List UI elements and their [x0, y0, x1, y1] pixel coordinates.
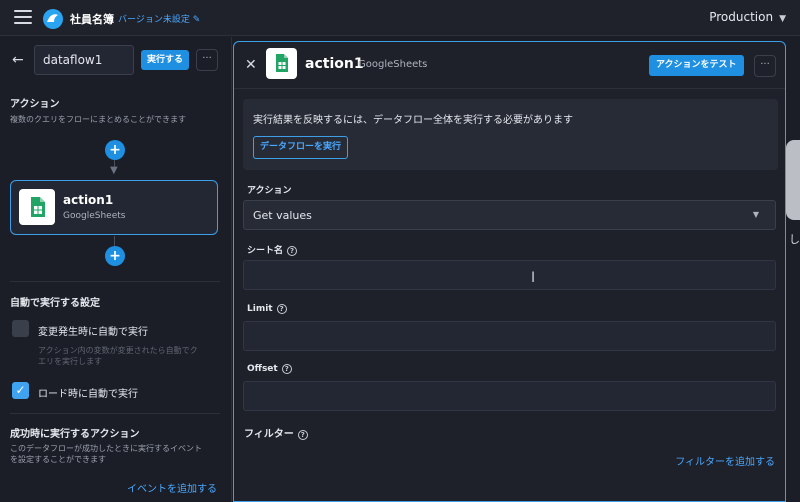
help-icon[interactable]: ?: [281, 364, 292, 374]
run-notice-text: 実行結果を反映するには、データフロー全体を実行する必要があります: [253, 115, 573, 126]
actions-title: アクション: [10, 99, 60, 110]
auto-run-on-change-label: 変更発生時に自動で実行: [38, 327, 148, 338]
run-button[interactable]: 実行する: [141, 50, 190, 70]
sheet-name-label: シート名?: [247, 243, 298, 256]
google-sheets-icon: [266, 48, 297, 79]
divider: [234, 88, 785, 89]
auto-run-on-load-label: ロード時に自動で実行: [38, 389, 138, 400]
text-cursor-icon: I: [531, 270, 536, 286]
arrow-down-icon: ▼: [110, 165, 118, 176]
app-name: 社員名簿: [70, 13, 114, 26]
on-success-title: 成功時に実行するアクション: [10, 429, 140, 440]
filter-label-text: フィルター: [244, 429, 294, 440]
environment-label: Production: [709, 10, 774, 24]
run-notice-box: 実行結果を反映するには、データフロー全体を実行する必要があります データフローを…: [243, 99, 778, 170]
dataflow-sidebar: ← dataflow1 実行する ··· アクション 複数のクエリをフローにまと…: [0, 37, 232, 502]
edit-pencil-icon: ✎: [192, 15, 201, 25]
top-bar: 社員名簿 バージョン未設定 ✎ Production ▼: [0, 0, 800, 36]
sheet-name-input[interactable]: [243, 260, 776, 290]
action-type: GoogleSheets: [358, 59, 428, 70]
background-panel-edge: [786, 140, 800, 220]
menu-icon[interactable]: [14, 10, 32, 24]
auto-run-title: 自動で実行する設定: [10, 298, 100, 309]
auto-run-desc-line2: エリを実行します: [38, 357, 102, 366]
back-arrow-icon[interactable]: ←: [12, 52, 24, 68]
close-icon[interactable]: ✕: [245, 57, 257, 73]
action-title: action1: [305, 56, 364, 72]
add-event-link[interactable]: イベントを追加する: [127, 480, 217, 495]
offset-label: Offset?: [247, 364, 292, 374]
chevron-down-icon: ▼: [779, 14, 786, 24]
dataflow-name-input[interactable]: dataflow1: [34, 45, 134, 75]
add-action-top-button[interactable]: +: [105, 140, 125, 160]
offset-input[interactable]: [243, 381, 776, 411]
more-options-button[interactable]: ···: [754, 55, 776, 77]
action-select-value: Get values: [253, 209, 312, 222]
version-link[interactable]: バージョン未設定 ✎: [118, 12, 200, 25]
limit-label: Limit?: [247, 304, 287, 314]
caret-down-icon: ▼: [752, 210, 759, 219]
auto-run-on-change-description: アクション内の変数が変更されたら自動でク エリを実行します: [38, 345, 198, 367]
run-dataflow-button[interactable]: データフローを実行: [253, 136, 349, 159]
divider: [10, 413, 220, 414]
add-action-bottom-button[interactable]: +: [105, 246, 125, 266]
auto-run-on-load-checkbox[interactable]: ✓: [12, 382, 29, 399]
test-action-button[interactable]: アクションをテスト: [649, 55, 744, 76]
limit-input[interactable]: [243, 321, 776, 351]
sheet-name-label-text: シート名: [247, 246, 284, 256]
on-success-desc-line2: を設定することができます: [10, 455, 106, 464]
version-link-label: バージョン未設定: [118, 15, 190, 25]
action-editor-panel: ✕ action1 GoogleSheets アクションをテスト ··· 実行結…: [233, 41, 786, 502]
action-card-title: action1: [63, 193, 114, 207]
app-logo-icon: [43, 9, 63, 29]
action-card-subtitle: GoogleSheets: [63, 211, 126, 221]
action-card[interactable]: action1 GoogleSheets: [10, 180, 218, 235]
divider: [10, 281, 220, 282]
help-icon[interactable]: ?: [297, 430, 308, 440]
environment-selector[interactable]: Production ▼: [709, 10, 786, 24]
actions-description: 複数のクエリをフローにまとめることができます: [10, 115, 186, 124]
connector-line-bottom: [114, 236, 115, 246]
on-success-description: このデータフローが成功したときに実行するイベント を設定することができます: [10, 443, 202, 465]
offset-label-text: Offset: [247, 364, 278, 374]
on-success-desc-line1: このデータフローが成功したときに実行するイベント: [10, 444, 202, 453]
background-partial-text: し: [789, 233, 800, 246]
limit-label-text: Limit: [247, 304, 273, 314]
action-field-label: アクション: [247, 186, 292, 196]
help-icon[interactable]: ?: [276, 304, 287, 314]
auto-run-on-change-checkbox[interactable]: [12, 320, 29, 337]
add-filter-link[interactable]: フィルターを追加する: [675, 453, 775, 468]
filter-label: フィルター?: [244, 425, 308, 440]
auto-run-desc-line1: アクション内の変数が変更されたら自動でク: [38, 346, 198, 355]
action-select[interactable]: Get values ▼: [243, 200, 776, 230]
help-icon[interactable]: ?: [287, 246, 298, 256]
more-options-button[interactable]: ···: [196, 49, 218, 71]
google-sheets-icon: [19, 189, 55, 225]
